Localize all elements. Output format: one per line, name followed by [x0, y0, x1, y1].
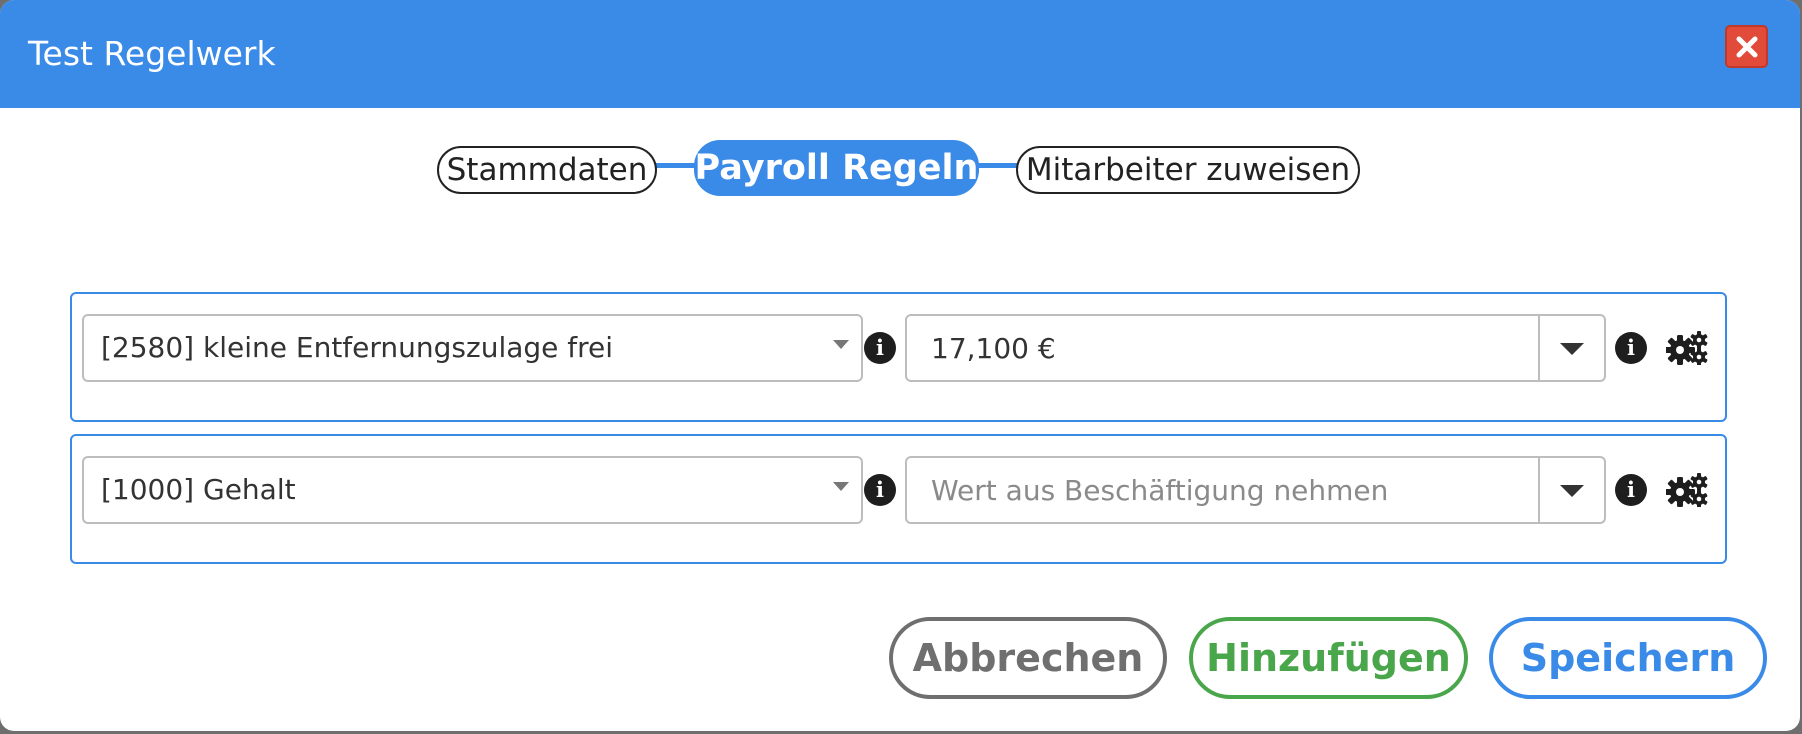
- wage-type-select[interactable]: [2580] kleine Entfernungszulage frei: [82, 314, 863, 382]
- value-dropdown-button[interactable]: [1540, 316, 1604, 380]
- dialog-header: Test Regelwerk: [0, 0, 1800, 108]
- info-icon[interactable]: i: [1615, 332, 1647, 364]
- caret-down-icon: [833, 340, 849, 349]
- add-button[interactable]: Hinzufügen: [1189, 617, 1468, 699]
- step-connector: [975, 163, 1020, 168]
- wage-type-value: [1000] Gehalt: [101, 473, 296, 506]
- save-button[interactable]: Speichern: [1489, 617, 1767, 699]
- value-input-placeholder[interactable]: Wert aus Beschäftigung nehmen: [931, 473, 1388, 509]
- rule-set-dialog: Test Regelwerk Stammdaten Payroll Regeln…: [0, 0, 1800, 731]
- rule-row: [2580] kleine Entfernungszulage frei i 1…: [70, 292, 1727, 422]
- value-combobox[interactable]: Wert aus Beschäftigung nehmen: [905, 456, 1606, 524]
- step-connector: [652, 163, 697, 168]
- gears-icon[interactable]: [1666, 473, 1708, 507]
- close-icon: [1736, 36, 1757, 57]
- info-icon[interactable]: i: [864, 332, 896, 364]
- step-stammdaten[interactable]: Stammdaten: [437, 146, 657, 194]
- step-payroll-regeln[interactable]: Payroll Regeln: [694, 140, 979, 196]
- cancel-button[interactable]: Abbrechen: [889, 617, 1167, 699]
- triangle-down-icon: [1560, 343, 1584, 355]
- step-mitarbeiter-zuweisen[interactable]: Mitarbeiter zuweisen: [1016, 146, 1360, 194]
- triangle-down-icon: [1560, 485, 1584, 497]
- info-icon[interactable]: i: [864, 474, 896, 506]
- value-input[interactable]: 17,100 €: [931, 331, 1056, 367]
- info-icon[interactable]: i: [1615, 474, 1647, 506]
- caret-down-icon: [833, 482, 849, 491]
- close-button[interactable]: [1725, 25, 1768, 68]
- value-combobox[interactable]: 17,100 €: [905, 314, 1606, 382]
- wizard-stepper: Stammdaten Payroll Regeln Mitarbeiter zu…: [0, 138, 1800, 198]
- rule-row: [1000] Gehalt i Wert aus Beschäftigung n…: [70, 434, 1727, 564]
- value-dropdown-button[interactable]: [1540, 458, 1604, 522]
- dialog-title: Test Regelwerk: [28, 34, 276, 73]
- gears-icon[interactable]: [1666, 331, 1708, 365]
- wage-type-select[interactable]: [1000] Gehalt: [82, 456, 863, 524]
- wage-type-value: [2580] kleine Entfernungszulage frei: [101, 331, 614, 364]
